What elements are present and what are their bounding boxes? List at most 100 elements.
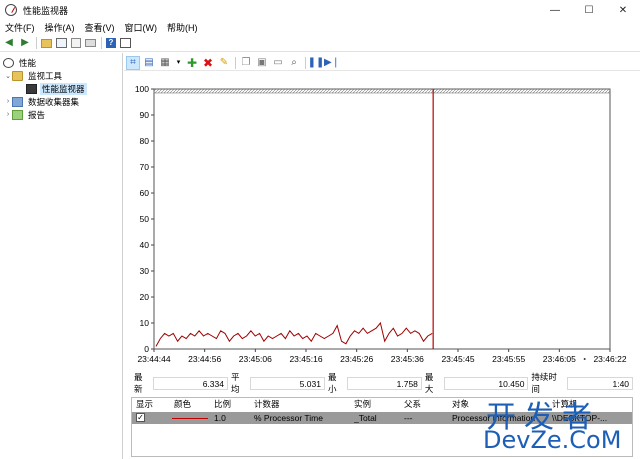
y-tick-label: 80 [140,136,150,146]
y-tick-label: 100 [135,84,149,94]
tree-item-reports[interactable]: › 报告 [4,108,47,121]
add-counter-icon[interactable]: ✚ [186,57,198,69]
column-instance[interactable]: 实例 [354,398,371,412]
average-value: 5.031 [250,376,325,390]
chevron-down-icon[interactable]: ⌄ [4,72,12,80]
tree-item-data-collector-sets[interactable]: › 数据收集器集 [4,95,81,108]
menu-view[interactable]: 查看(V) [80,21,120,34]
maximize-button[interactable]: ☐ [572,0,606,20]
tree-item-monitoring-tools[interactable]: ⌄ 监视工具 [4,69,64,82]
close-button[interactable]: ✕ [606,0,640,20]
window-controls: — ☐ ✕ [538,0,640,20]
tree-item-performance[interactable]: 性能 [3,56,38,69]
report-icon [12,109,23,120]
x-tick-label: 23:46:22 [593,354,626,364]
main-toolbar: ◀ ▶ ? [0,35,640,52]
y-tick-label: 90 [140,110,150,120]
console-icon[interactable] [120,38,131,48]
minimize-button[interactable]: — [538,0,572,20]
tree-item-label: 性能监视器 [40,82,87,95]
counter-cell: % Processor Time [254,413,323,423]
copy-properties-icon[interactable]: ❐ [240,57,252,69]
menu-action[interactable]: 操作(A) [40,21,80,34]
performance-icon [3,57,14,68]
update-data-icon[interactable]: ▶❘ [324,57,340,69]
help-icon[interactable]: ? [106,38,116,48]
freeze-display-icon[interactable]: ❚❚ [308,57,325,69]
tree-item-label: 监视工具 [28,70,63,81]
export-icon[interactable] [85,39,96,47]
color-swatch [172,418,208,419]
column-object[interactable]: 对象 [452,398,469,412]
show-checkbox[interactable]: ✓ [136,413,145,422]
menu-help[interactable]: 帮助(H) [162,21,203,34]
title-bar: 性能监视器 — ☐ ✕ [0,0,640,20]
minimum-label: 最小 [327,372,337,394]
watermark-text: DevZe.CoM [483,426,622,454]
x-tick-label: 23:44:56 [188,354,221,364]
toolbar-separator [305,56,306,69]
x-tick-label: 23:45:55 [492,354,525,364]
tree-item-performance-monitor[interactable]: 性能监视器 [26,82,87,95]
y-tick-label: 30 [140,266,150,276]
properties-icon[interactable]: ▭ [272,57,284,69]
plot-area [153,88,611,350]
tree-item-label: 数据收集器集 [28,96,80,107]
x-tick-label: 23:45:45 [441,354,474,364]
chevron-right-icon[interactable]: › [4,111,12,118]
menu-file[interactable]: 文件(F) [0,21,40,34]
last-label: 最新 [134,372,143,394]
maximum-label: 最大 [424,372,434,394]
change-graph-type-icon[interactable]: ▦ [159,57,171,69]
folder-icon [12,70,23,81]
performance-line-chart: 0 10 20 30 40 50 60 70 80 90 100 23:44:44 23:44:56 23… [135,84,627,364]
view-histogram-icon[interactable]: ▤ [143,57,155,69]
statistics-bar: 最新 6.334 平均 5.031 最小 1.758 最大 10.450 持续时… [131,372,634,394]
x-tick-label: 23:45:26 [340,354,373,364]
performance-monitor-icon [5,4,17,16]
toolbar-separator [235,56,236,69]
show-hide-tree-icon[interactable] [56,38,67,48]
toolbar-separator [36,37,37,49]
x-tick-label: 23:45:16 [289,354,322,364]
y-tick-label: 70 [140,162,150,172]
watermark: 开发者 DevZe.CoM [480,392,640,456]
dataset-icon [12,96,23,107]
paste-counter-icon[interactable]: ▣ [256,57,268,69]
x-axis-ellipsis-dot [583,358,586,360]
column-scale[interactable]: 比例 [214,398,231,412]
menu-window[interactable]: 窗口(W) [120,21,163,34]
chevron-right-icon[interactable]: › [4,98,12,105]
zoom-icon[interactable]: ⌕ [288,57,300,69]
tree-item-label: 性能 [19,57,37,68]
column-show[interactable]: 显示 [136,398,153,412]
column-color[interactable]: 颜色 [174,398,191,412]
properties-icon[interactable] [71,38,81,48]
instance-cell: _Total [354,413,377,423]
y-tick-label: 60 [140,188,150,198]
view-graph-icon[interactable]: ⌗ [126,55,140,70]
column-parent[interactable]: 父系 [404,398,421,412]
highlight-icon[interactable]: ✎ [218,57,230,69]
chart-toolbar: ⌗ ▤ ▦ ▾ ✚ ✖ ✎ ❐ ▣ ▭ ⌕ ❚❚ ▶❘ [124,55,640,71]
minimum-value: 1.758 [347,376,422,390]
navigation-tree: 性能 ⌄ 监视工具 性能监视器 › 数据收集器集 › 报告 [0,53,123,459]
x-tick-label: 23:45:36 [391,354,424,364]
back-icon[interactable]: ◀ [3,37,15,49]
maximum-value: 10.450 [444,376,529,390]
delete-counter-icon[interactable]: ✖ [202,57,214,69]
window-title: 性能监视器 [23,5,69,16]
y-tick-label: 50 [140,214,150,224]
dropdown-icon[interactable]: ▾ [175,57,182,69]
y-tick-label: 20 [140,292,150,302]
average-label: 平均 [230,372,240,394]
forward-icon[interactable]: ▶ [19,37,31,49]
duration-value: 1:40 [566,376,634,390]
toolbar-separator [101,37,102,49]
max-value-band [153,88,611,94]
up-folder-icon[interactable] [41,38,52,48]
monitor-icon [26,83,37,94]
column-counter[interactable]: 计数器 [254,398,280,412]
tree-item-label: 报告 [28,109,46,120]
parent-cell: --- [404,413,413,423]
